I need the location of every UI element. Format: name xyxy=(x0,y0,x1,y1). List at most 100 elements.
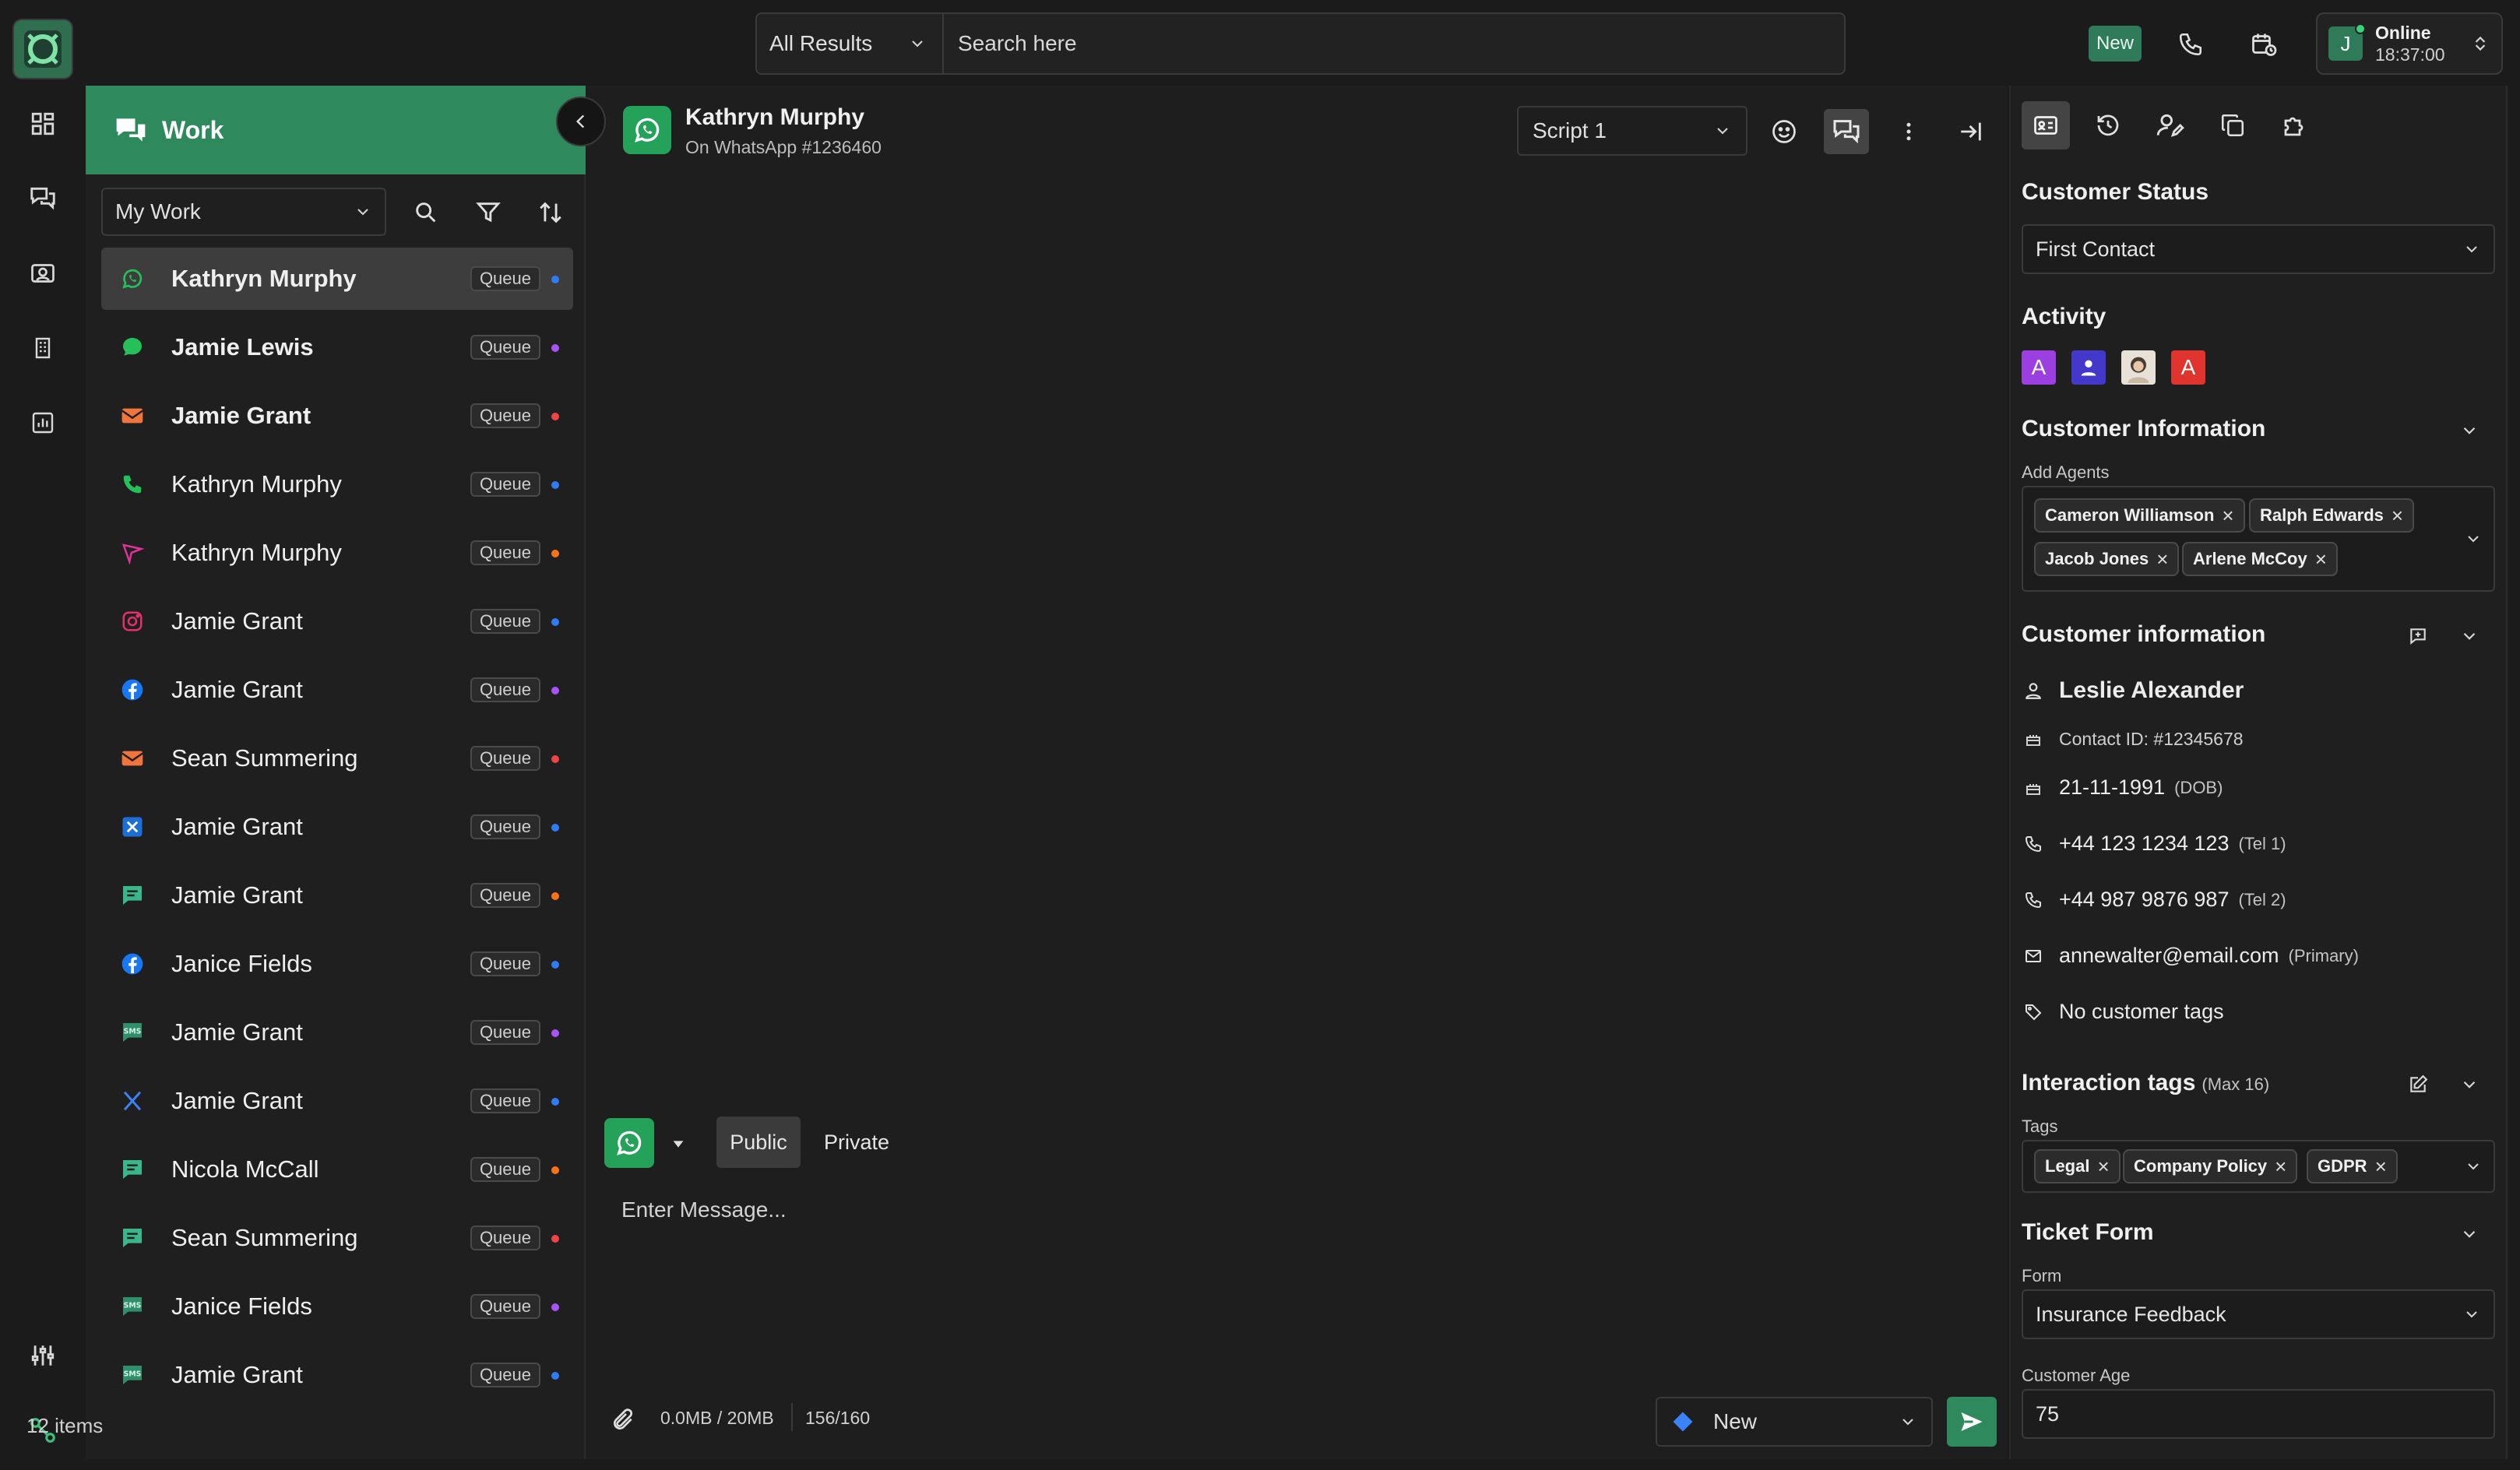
list-item[interactable]: Jamie Grant Queue xyxy=(101,590,573,652)
sort-icon[interactable] xyxy=(531,193,570,232)
activity-avatar[interactable]: A xyxy=(2171,350,2205,385)
list-item-name: Kathryn Murphy xyxy=(171,265,357,292)
agents-field[interactable]: Cameron Williamson × Ralph Edwards × Jacob… xyxy=(2022,486,2495,592)
close-panel-icon[interactable] xyxy=(1948,109,1994,154)
script-select[interactable]: Script 1 xyxy=(1517,106,1747,156)
list-item[interactable]: Kathryn Murphy Queue xyxy=(101,248,573,310)
list-item[interactable]: Jamie Grant Queue xyxy=(101,385,573,447)
status-dot xyxy=(551,892,559,900)
filter-icon[interactable] xyxy=(469,193,508,232)
tags-field[interactable]: Legal × Company Policy × GDPR × xyxy=(2022,1140,2495,1193)
work-filter-select[interactable]: My Work xyxy=(101,188,386,236)
list-item[interactable]: Sean Summering Queue xyxy=(101,1207,573,1269)
list-item[interactable]: SMS Janice Fields Queue xyxy=(101,1275,573,1338)
collapse-panel-button[interactable] xyxy=(556,97,606,146)
list-item[interactable]: Jamie Grant Queue xyxy=(101,864,573,927)
phone-icon[interactable] xyxy=(2173,26,2209,62)
customer-age-input[interactable]: 75 xyxy=(2022,1389,2495,1439)
search-scope-select[interactable]: All Results xyxy=(757,14,944,73)
close-icon[interactable]: × xyxy=(2392,504,2403,528)
chevron-down-icon[interactable] xyxy=(2458,419,2481,442)
chevron-down-icon[interactable] xyxy=(2458,1073,2481,1096)
calendar-clock-icon[interactable] xyxy=(2246,26,2282,62)
agent-chip[interactable]: Jacob Jones × xyxy=(2034,542,2180,576)
app-logo[interactable] xyxy=(12,19,73,79)
tag-chip[interactable]: GDPR × xyxy=(2307,1149,2398,1183)
attachment-icon[interactable] xyxy=(607,1405,639,1436)
chevron-down-icon[interactable] xyxy=(2458,624,2481,648)
queue-badge: Queue xyxy=(470,1226,540,1250)
agent-chip-label: Arlene McCoy xyxy=(2193,549,2307,568)
agent-status-select[interactable]: J Online 18:37:00 xyxy=(2316,12,2503,75)
close-icon[interactable]: × xyxy=(2275,1155,2286,1179)
list-item[interactable]: Kathryn Murphy Queue xyxy=(101,522,573,584)
agent-chip[interactable]: Arlene McCoy × xyxy=(2182,542,2338,576)
status-dot xyxy=(551,1372,559,1380)
public-mode-tab[interactable]: Public xyxy=(716,1117,801,1168)
send-button[interactable] xyxy=(1947,1397,1997,1447)
close-icon[interactable]: × xyxy=(2315,547,2327,571)
email-icon xyxy=(118,744,146,772)
reports-icon[interactable] xyxy=(23,403,62,442)
tag-chip[interactable]: Legal × xyxy=(2034,1149,2121,1183)
message-input[interactable] xyxy=(603,1183,1989,1417)
contacts-icon[interactable] xyxy=(23,254,62,293)
tel1-value: +44 123 1234 123 xyxy=(2059,832,2230,855)
search-icon[interactable] xyxy=(407,193,445,232)
customer-status-select[interactable]: First Contact xyxy=(2022,224,2495,274)
avatar: J xyxy=(2328,23,2366,61)
list-item[interactable]: Nicola McCall Queue xyxy=(101,1138,573,1201)
list-item[interactable]: Jamie Grant Queue xyxy=(101,659,573,721)
tag-chip[interactable]: Company Policy × xyxy=(2123,1149,2298,1183)
activity-avatar[interactable]: A xyxy=(2022,350,2056,385)
agent-chip[interactable]: Cameron Williamson × xyxy=(2034,498,2245,533)
copy-icon[interactable] xyxy=(2209,101,2257,149)
activity-avatar-photo[interactable] xyxy=(2121,350,2156,385)
list-item-name: Sean Summering xyxy=(171,744,358,772)
conversations-icon[interactable] xyxy=(23,179,62,218)
private-mode-tab[interactable]: Private xyxy=(824,1117,894,1168)
list-item[interactable]: Jamie Grant Queue xyxy=(101,1070,573,1132)
caret-down-icon[interactable] xyxy=(667,1132,690,1155)
list-item[interactable]: Jamie Lewis Queue xyxy=(101,316,573,378)
agent-chip-label: Ralph Edwards xyxy=(2260,505,2384,525)
dashboard-icon[interactable] xyxy=(23,104,62,143)
puzzle-icon[interactable] xyxy=(2271,101,2319,149)
user-icon xyxy=(2022,679,2045,702)
more-vertical-icon[interactable] xyxy=(1886,109,1931,154)
activity-avatar-user[interactable] xyxy=(2071,350,2106,385)
list-item[interactable]: Jamie Grant Queue xyxy=(101,796,573,858)
user-edit-icon[interactable] xyxy=(2146,101,2194,149)
history-icon[interactable] xyxy=(2084,101,2132,149)
close-icon[interactable]: × xyxy=(2156,547,2168,571)
close-icon[interactable]: × xyxy=(2222,504,2233,528)
status-dot xyxy=(551,276,559,283)
close-icon[interactable]: × xyxy=(2375,1155,2387,1179)
list-item[interactable]: SMS Jamie Grant Queue xyxy=(101,1344,573,1406)
channel-whatsapp-button[interactable] xyxy=(604,1118,654,1168)
email-note: (Primary) xyxy=(2288,945,2359,965)
status-dot xyxy=(551,961,559,969)
edit-icon[interactable] xyxy=(2406,1073,2430,1096)
chevron-down-icon xyxy=(2468,1163,2479,1170)
tel1-row[interactable]: +44 123 1234 123 (Tel 1) xyxy=(2022,832,2286,856)
search-input[interactable] xyxy=(944,14,1844,73)
building-icon[interactable] xyxy=(23,329,62,368)
contact-card-icon[interactable] xyxy=(2022,101,2070,149)
list-item[interactable]: SMS Jamie Grant Queue xyxy=(101,1001,573,1064)
close-icon[interactable]: × xyxy=(2097,1155,2109,1179)
list-item[interactable]: Sean Summering Queue xyxy=(101,727,573,790)
add-note-icon[interactable] xyxy=(2406,624,2430,648)
emoji-icon[interactable] xyxy=(1762,109,1807,154)
conversation-toggle-icon[interactable] xyxy=(1824,109,1869,154)
form-select[interactable]: Insurance Feedback xyxy=(2022,1289,2495,1339)
list-item[interactable]: Janice Fields Queue xyxy=(101,933,573,995)
ticket-status-select[interactable]: New xyxy=(1656,1397,1933,1447)
tel2-row[interactable]: +44 987 9876 987 (Tel 2) xyxy=(2022,888,2286,912)
new-badge[interactable]: New xyxy=(2089,26,2142,62)
sliders-icon[interactable] xyxy=(23,1336,62,1375)
agent-chip[interactable]: Ralph Edwards × xyxy=(2249,498,2415,533)
email-row[interactable]: annewalter@email.com (Primary) xyxy=(2022,944,2359,968)
chevron-down-icon[interactable] xyxy=(2458,1222,2481,1246)
list-item[interactable]: Kathryn Murphy Queue xyxy=(101,453,573,515)
